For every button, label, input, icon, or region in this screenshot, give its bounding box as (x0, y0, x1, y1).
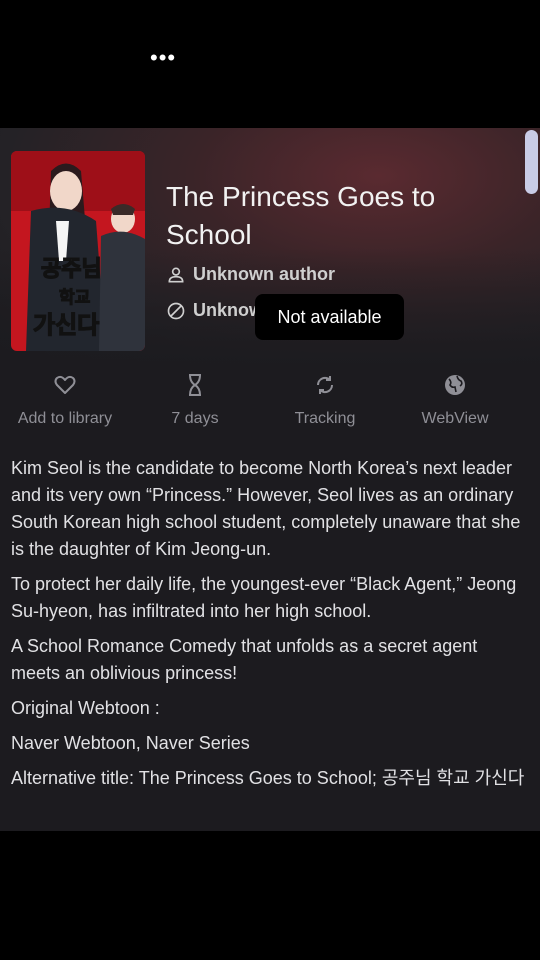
scrollbar-thumb[interactable] (525, 130, 538, 194)
update-interval-label: 7 days (171, 410, 219, 427)
author-label: Unknown author (193, 264, 335, 284)
sync-icon (316, 376, 334, 394)
description-paragraph: To protect her daily life, the youngest-… (11, 574, 517, 621)
globe-icon (445, 375, 465, 395)
add-to-library-button[interactable]: Add to library (0, 368, 130, 438)
author-row[interactable]: Unknown author (166, 264, 335, 285)
cover-text-line3: 가신다 (33, 311, 99, 339)
heart-icon (54, 375, 76, 394)
tracking-label: Tracking (294, 410, 356, 427)
description-paragraph: A School Romance Comedy that unfolds as … (11, 636, 478, 683)
update-interval-button[interactable]: 7 days (130, 368, 260, 438)
cover-image[interactable]: 공주님 학교 가신다 (11, 151, 145, 351)
manga-details-screen: 공주님 학교 가신다 The Princess Goes to School U… (0, 128, 540, 831)
manga-title: The Princess Goes to School (166, 181, 436, 250)
hourglass-icon (189, 374, 201, 396)
description[interactable]: Kim Seol is the candidate to become Nort… (11, 455, 531, 800)
cover-illustration: 공주님 학교 가신다 (11, 151, 145, 351)
cover-text-line2: 학교 (59, 288, 91, 308)
description-paragraph: Naver Webtoon, Naver Series (11, 733, 250, 753)
add-to-library-label: Add to library (17, 410, 113, 427)
status-bar: ••• (0, 0, 540, 128)
description-paragraph: Kim Seol is the candidate to become Nort… (11, 458, 521, 559)
toast-message: Not available (255, 294, 404, 340)
tracking-button[interactable]: Tracking (260, 368, 390, 438)
cover-text-line1: 공주님 (41, 257, 102, 282)
webview-label: WebView (421, 410, 489, 427)
more-dots-icon[interactable]: ••• (150, 47, 176, 69)
description-paragraph: Alternative title: The Princess Goes to … (11, 768, 525, 788)
action-bar: Add to library 7 days Tracking WebView (0, 368, 540, 438)
scrollbar[interactable] (524, 128, 540, 831)
description-paragraph: Original Webtoon : (11, 698, 160, 718)
webview-button[interactable]: WebView (390, 368, 520, 438)
block-icon (167, 302, 185, 319)
person-icon (168, 267, 184, 282)
